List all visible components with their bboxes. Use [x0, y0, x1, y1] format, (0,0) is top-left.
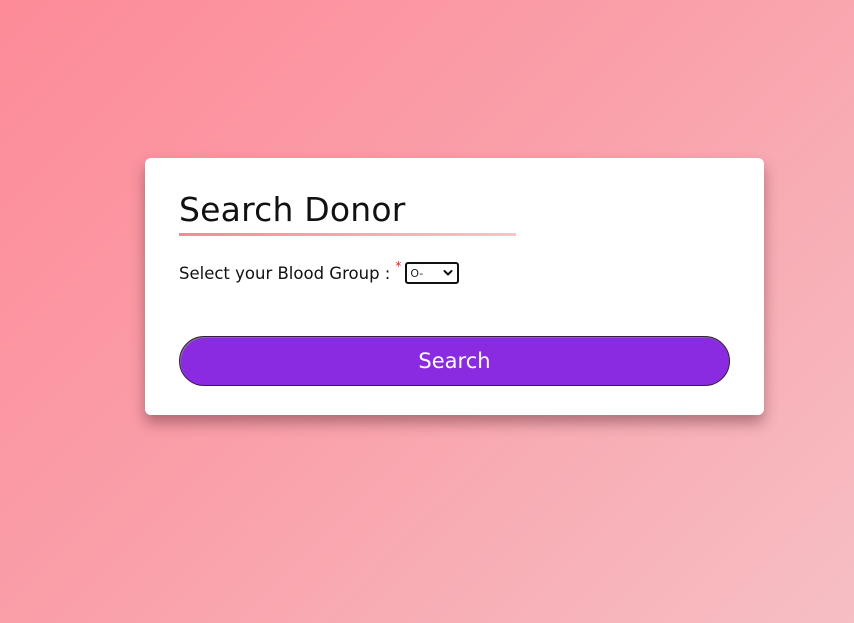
- required-marker: *: [395, 259, 402, 273]
- title-underline: [179, 233, 516, 236]
- search-donor-card: Search Donor Select your Blood Group : *…: [145, 158, 764, 415]
- chevron-down-icon: [443, 270, 453, 276]
- blood-group-selected-value: O-: [410, 266, 424, 280]
- page-title: Search Donor: [179, 190, 406, 229]
- blood-group-select[interactable]: O-: [405, 262, 460, 284]
- blood-group-field: Select your Blood Group : * O-: [179, 259, 460, 285]
- blood-group-label: Select your Blood Group :: [179, 263, 391, 283]
- search-button[interactable]: Search: [179, 336, 730, 386]
